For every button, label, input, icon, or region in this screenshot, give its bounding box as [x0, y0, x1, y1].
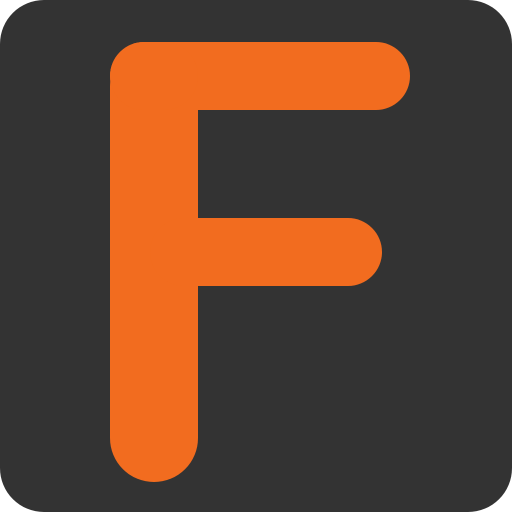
letter-f-logo-icon [0, 0, 512, 512]
app-icon [0, 0, 512, 512]
f-middle-bar [150, 218, 382, 286]
f-top-corner [110, 42, 198, 110]
